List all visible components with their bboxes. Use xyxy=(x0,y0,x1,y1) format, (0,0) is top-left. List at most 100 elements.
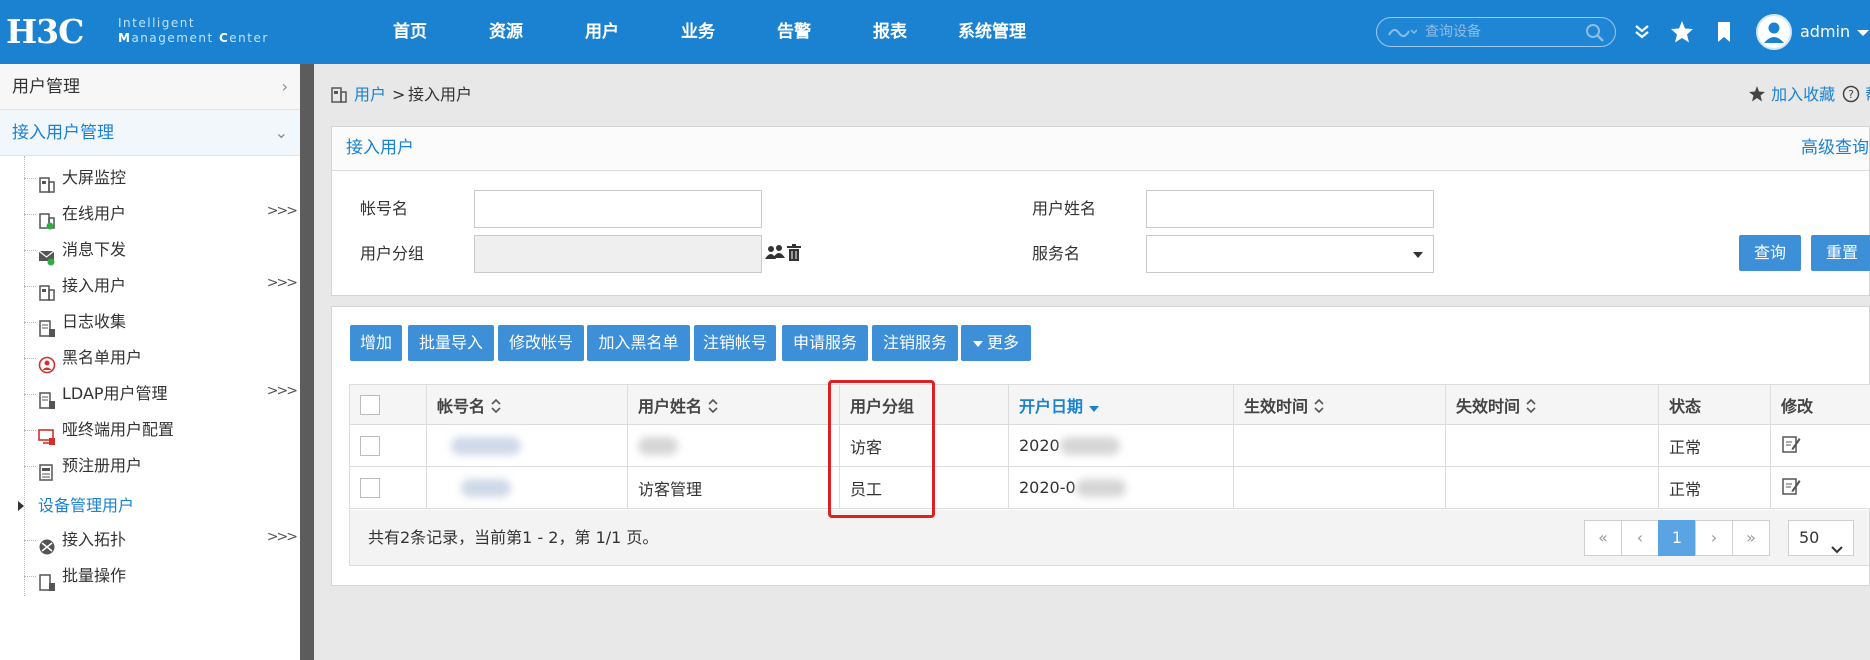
sidebar-item-dumb-terminal-config[interactable]: 哑终端用户配置 xyxy=(0,410,300,450)
chevron-down-icon[interactable] xyxy=(1857,30,1869,36)
sidebar-section-access-user-management[interactable]: 接入用户管理 ⌄ xyxy=(0,110,300,156)
row-select-cell[interactable] xyxy=(349,466,427,509)
cell-open-date: 2020 xyxy=(1008,424,1234,467)
nav-home[interactable]: 首页 xyxy=(380,0,440,64)
prev-page-button[interactable]: ‹ xyxy=(1621,520,1659,556)
realname-label: 用户姓名 xyxy=(1032,199,1097,218)
message-icon xyxy=(38,241,56,266)
ldap-icon xyxy=(38,385,56,409)
expand-more-icon[interactable]: >>> xyxy=(267,191,298,231)
cell-effective-time xyxy=(1233,424,1446,467)
advanced-query-link[interactable]: 高级查询 xyxy=(1801,127,1869,169)
sidebar-splitter-scrollbar[interactable] xyxy=(300,64,314,660)
column-open-date[interactable]: 开户日期 xyxy=(1008,384,1234,425)
help-link[interactable]: ? 帮助 xyxy=(1842,82,1870,108)
select-group-icon[interactable] xyxy=(764,243,786,267)
sidebar-section-user-management[interactable]: 用户管理 › xyxy=(0,64,300,110)
sort-desc-icon[interactable] xyxy=(1089,398,1100,417)
apply-service-button[interactable]: 申请服务 xyxy=(782,325,868,361)
add-button[interactable]: 增加 xyxy=(350,325,402,361)
top-navigation-bar: H3C Intelligent Management Center 首页 资源 … xyxy=(0,0,1870,64)
double-chevron-down-icon[interactable] xyxy=(1628,18,1656,46)
edit-icon[interactable] xyxy=(1781,477,1801,500)
sidebar-item-big-screen-monitor[interactable]: 大屏监控 xyxy=(0,158,300,198)
nav-report[interactable]: 报表 xyxy=(860,0,920,64)
nav-service[interactable]: 业务 xyxy=(668,0,728,64)
redacted-blur xyxy=(461,479,511,498)
nav-alarm[interactable]: 告警 xyxy=(764,0,824,64)
query-button[interactable]: 查询 xyxy=(1739,235,1801,271)
cell-account[interactable] xyxy=(426,466,628,509)
bookmark-icon[interactable] xyxy=(1710,18,1738,46)
nav-system-management[interactable]: 系统管理 xyxy=(946,0,1038,64)
column-realname[interactable]: 用户姓名 xyxy=(627,384,840,425)
sidebar-item-online-users[interactable]: 在线用户 >>> xyxy=(0,194,300,234)
row-checkbox[interactable] xyxy=(360,477,380,498)
breadcrumb-link-user[interactable]: 用户 xyxy=(354,82,386,108)
star-icon[interactable] xyxy=(1668,18,1696,46)
sidebar-item-preregistered-users[interactable]: 预注册用户 xyxy=(0,446,300,486)
next-page-button[interactable]: › xyxy=(1695,520,1733,556)
sidebar-item-ldap-users[interactable]: LDAP用户管理 >>> xyxy=(0,374,300,414)
column-effective-time[interactable]: 生效时间 xyxy=(1233,384,1446,425)
realname-input[interactable] xyxy=(1146,190,1434,228)
first-page-button[interactable]: « xyxy=(1584,520,1622,556)
sidebar-item-access-users[interactable]: 接入用户 >>> xyxy=(0,266,300,306)
add-to-blacklist-button[interactable]: 加入黑名单 xyxy=(587,325,690,361)
sort-icon[interactable] xyxy=(1526,398,1536,417)
reset-button[interactable]: 重置 xyxy=(1811,235,1870,271)
search-input[interactable] xyxy=(1423,22,1573,42)
sidebar-item-log-collection[interactable]: 日志收集 xyxy=(0,302,300,342)
batch-import-button[interactable]: 批量导入 xyxy=(408,325,494,361)
cell-realname xyxy=(627,424,840,467)
sort-icon[interactable] xyxy=(491,398,501,417)
nav-user[interactable]: 用户 xyxy=(572,0,632,64)
sidebar-item-batch-operation[interactable]: 批量操作 xyxy=(0,556,300,596)
modify-account-button[interactable]: 修改帐号 xyxy=(498,325,584,361)
sort-icon[interactable] xyxy=(1314,398,1324,417)
nav-resource[interactable]: 资源 xyxy=(476,0,536,64)
column-expire-time[interactable]: 失效时间 xyxy=(1445,384,1659,425)
search-icon[interactable] xyxy=(1585,23,1605,47)
more-dropdown-button[interactable]: 更多 xyxy=(961,325,1031,361)
caret-right-icon xyxy=(18,501,24,511)
row-checkbox[interactable] xyxy=(360,435,380,456)
cell-modify[interactable] xyxy=(1770,424,1870,467)
column-account[interactable]: 帐号名 xyxy=(426,384,628,425)
expand-more-icon[interactable]: >>> xyxy=(267,517,298,557)
sidebar-item-message-delivery[interactable]: 消息下发 xyxy=(0,230,300,270)
breadcrumb-current: 接入用户 xyxy=(408,85,473,104)
cancel-service-button[interactable]: 注销服务 xyxy=(872,325,958,361)
user-group-highlight-annotation xyxy=(828,380,935,518)
table-row[interactable]: 访客 2020 正常 xyxy=(349,424,1870,467)
preregister-icon xyxy=(38,457,56,481)
sidebar-item-access-topology[interactable]: 接入拓扑 >>> xyxy=(0,520,300,560)
sort-icon[interactable] xyxy=(708,398,718,417)
search-type-icon[interactable] xyxy=(1387,23,1418,45)
trash-icon[interactable] xyxy=(786,244,802,266)
edit-icon[interactable] xyxy=(1781,435,1801,458)
service-name-select[interactable] xyxy=(1146,235,1434,273)
expand-more-icon[interactable]: >>> xyxy=(267,371,298,411)
select-all-checkbox[interactable] xyxy=(360,394,380,415)
cell-account[interactable] xyxy=(426,424,628,467)
log-collect-icon xyxy=(38,313,56,337)
cell-modify[interactable] xyxy=(1770,466,1870,509)
username[interactable]: admin xyxy=(1800,0,1850,64)
account-label: 帐号名 xyxy=(360,199,409,218)
avatar[interactable] xyxy=(1756,14,1792,50)
last-page-button[interactable]: » xyxy=(1732,520,1770,556)
page-size-select[interactable]: 50 xyxy=(1788,520,1854,556)
add-favorite-link[interactable]: 加入收藏 xyxy=(1748,82,1835,108)
user-module-icon xyxy=(330,86,348,112)
table-row[interactable]: 访客管理 员工 2020-0 正常 xyxy=(349,466,1870,509)
caret-down-icon xyxy=(972,340,983,347)
row-select-cell[interactable] xyxy=(349,424,427,467)
page-1-button[interactable]: 1 xyxy=(1658,520,1696,556)
cancel-account-button[interactable]: 注销帐号 xyxy=(694,325,776,361)
select-all-cell[interactable] xyxy=(349,384,427,425)
record-summary: 共有2条记录，当前第1 - 2，第 1/1 页。 xyxy=(368,528,659,547)
expand-more-icon[interactable]: >>> xyxy=(267,263,298,303)
account-input[interactable] xyxy=(474,190,762,228)
sidebar-item-blacklist-users[interactable]: 黑名单用户 xyxy=(0,338,300,378)
